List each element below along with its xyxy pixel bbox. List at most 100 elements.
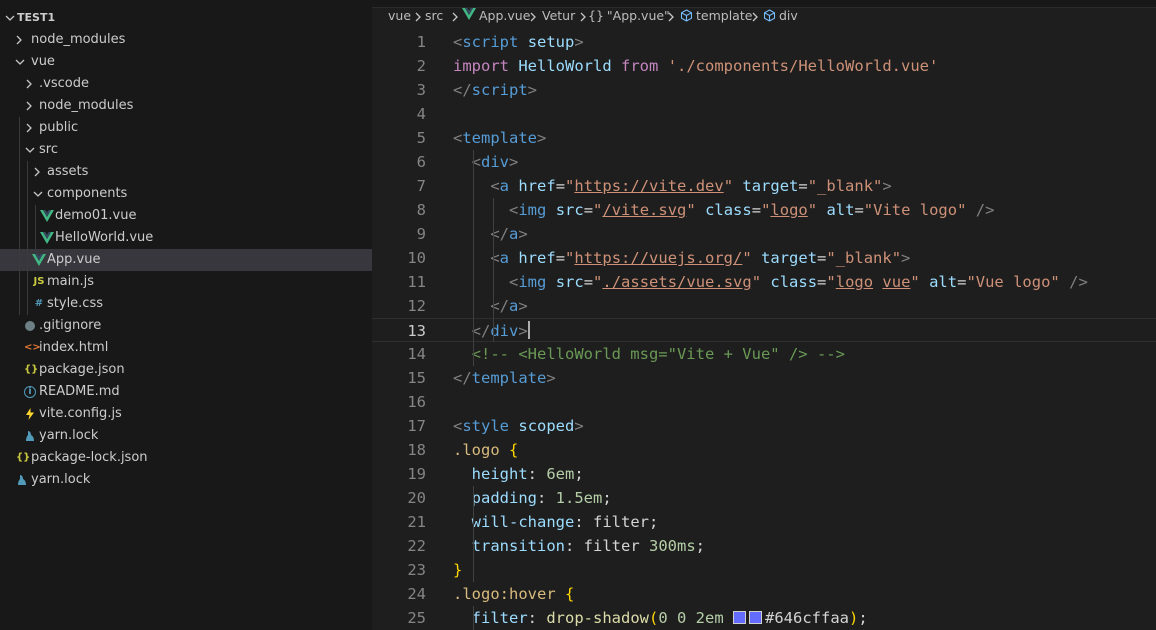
code-line[interactable]: 25 filter: drop-shadow(0 0 2em #646cffaa… bbox=[372, 606, 1156, 630]
code-text[interactable]: </template> bbox=[453, 366, 556, 390]
code-line[interactable]: 10 <a href="https://vuejs.org/" target="… bbox=[372, 246, 1156, 270]
line-number: 12 bbox=[407, 297, 426, 315]
code-text[interactable]: <style scoped> bbox=[453, 414, 584, 438]
color-swatch[interactable] bbox=[749, 611, 763, 624]
code-token: = bbox=[854, 201, 864, 219]
code-text[interactable]: </div> bbox=[453, 319, 530, 343]
code-text[interactable]: <template> bbox=[453, 126, 546, 150]
code-line[interactable]: 3 </script> bbox=[372, 78, 1156, 102]
code-text[interactable]: } bbox=[453, 558, 462, 582]
explorer-folder[interactable]: .vscode bbox=[0, 73, 372, 95]
breadcrumb-item[interactable]: template bbox=[680, 8, 752, 25]
code-text[interactable]: </a> bbox=[453, 222, 527, 246]
explorer-file[interactable]: yarn.lock bbox=[0, 425, 372, 447]
breadcrumb-item[interactable]: {} "App.vue" bbox=[588, 8, 670, 23]
breadcrumb-item[interactable]: div bbox=[763, 8, 798, 25]
code-line[interactable]: 2 import HelloWorld from './components/He… bbox=[372, 54, 1156, 78]
explorer-folder[interactable]: public bbox=[0, 117, 372, 139]
code-line[interactable]: 1 <script setup> bbox=[372, 30, 1156, 54]
code-text[interactable]: padding: 1.5em; bbox=[453, 486, 612, 510]
code-line[interactable]: 22 transition: filter 300ms; bbox=[372, 534, 1156, 558]
code-line[interactable]: 20 padding: 1.5em; bbox=[372, 486, 1156, 510]
code-line[interactable]: 18 .logo { bbox=[372, 438, 1156, 462]
chevron-right-icon[interactable] bbox=[24, 95, 36, 117]
code-token: < bbox=[453, 417, 463, 435]
explorer-file[interactable]: .gitignore bbox=[0, 315, 372, 337]
code-line[interactable]: 8 <img src="/vite.svg" class="logo" alt=… bbox=[372, 198, 1156, 222]
explorer-file[interactable]: {} package.json bbox=[0, 359, 372, 381]
code-text[interactable]: <!-- <HelloWorld msg="Vite + Vue" /> --> bbox=[453, 342, 845, 366]
explorer-file[interactable]: demo01.vue bbox=[0, 205, 372, 227]
explorer-folder[interactable]: src bbox=[0, 139, 372, 161]
code-line[interactable]: 14 <!-- <HelloWorld msg="Vite + Vue" /> … bbox=[372, 342, 1156, 366]
chevron-down-icon[interactable] bbox=[24, 139, 36, 161]
breadcrumb-item[interactable]: vue bbox=[388, 8, 411, 23]
git-icon bbox=[24, 315, 38, 337]
code-line[interactable]: 6 <div> bbox=[372, 150, 1156, 174]
code-text[interactable]: .logo { bbox=[453, 438, 518, 462]
code-line[interactable]: 24 .logo:hover { bbox=[372, 582, 1156, 606]
code-text[interactable]: <script setup> bbox=[453, 30, 584, 54]
code-text[interactable]: <a href="https://vuejs.org/" target="_bl… bbox=[453, 246, 910, 270]
explorer-file[interactable]: App.vue bbox=[0, 249, 372, 271]
code-line[interactable]: 7 <a href="https://vite.dev" target="_bl… bbox=[372, 174, 1156, 198]
code-token: .logo:hover bbox=[453, 585, 556, 603]
explorer-item-label: src bbox=[39, 142, 58, 157]
explorer-folder[interactable]: node_modules bbox=[0, 95, 372, 117]
explorer-file[interactable]: # style.css bbox=[0, 293, 372, 315]
code-text[interactable]: transition: filter 300ms; bbox=[453, 534, 705, 558]
breadcrumb-item[interactable]: Vetur bbox=[542, 8, 575, 23]
explorer-folder[interactable]: components bbox=[0, 183, 372, 205]
code-line[interactable]: 4 bbox=[372, 102, 1156, 126]
code-text[interactable]: <a href="https://vite.dev" target="_blan… bbox=[453, 174, 891, 198]
code-editor[interactable]: vue src App.vue Vetur {} "App.vue" template div… bbox=[372, 0, 1156, 630]
code-line[interactable]: 11 <img src="./assets/vue.svg" class="lo… bbox=[372, 270, 1156, 294]
code-text[interactable]: height: 6em; bbox=[453, 462, 584, 486]
breadcrumb-item[interactable]: src bbox=[425, 8, 443, 23]
code-text[interactable]: filter: drop-shadow(0 0 2em #646cffaa); bbox=[453, 606, 868, 630]
explorer-folder[interactable]: node_modules bbox=[0, 29, 372, 51]
explorer-file[interactable]: HelloWorld.vue bbox=[0, 227, 372, 249]
breadcrumb-label: template bbox=[696, 8, 753, 23]
code-line[interactable]: 13 </div> bbox=[372, 318, 1156, 342]
explorer-file[interactable]: {} package-lock.json bbox=[0, 447, 372, 469]
code-text[interactable]: </a> bbox=[453, 294, 527, 318]
color-swatch[interactable] bbox=[733, 611, 747, 624]
code-text[interactable]: <img src="/vite.svg" class="logo" alt="V… bbox=[453, 198, 994, 222]
breadcrumb-item[interactable]: App.vue bbox=[462, 8, 530, 23]
code-text[interactable]: <img src="./assets/vue.svg" class="logo … bbox=[453, 270, 1088, 294]
code-text[interactable]: will-change: filter; bbox=[453, 510, 659, 534]
code-text[interactable]: .logo:hover { bbox=[453, 582, 574, 606]
chevron-right-icon[interactable] bbox=[14, 29, 26, 51]
explorer-file[interactable]: JS main.js bbox=[0, 271, 372, 293]
explorer-file[interactable]: vite.config.js bbox=[0, 403, 372, 425]
code-line[interactable]: 16 bbox=[372, 390, 1156, 414]
chevron-right-icon[interactable] bbox=[32, 161, 44, 183]
code-line[interactable]: 12 </a> bbox=[372, 294, 1156, 318]
chevron-right-icon[interactable] bbox=[24, 117, 36, 139]
chevron-down-icon[interactable] bbox=[4, 7, 16, 29]
code-line[interactable]: 5 <template> bbox=[372, 126, 1156, 150]
explorer-file[interactable]: i README.md bbox=[0, 381, 372, 403]
chevron-down-icon[interactable] bbox=[14, 51, 26, 73]
chevron-down-icon[interactable] bbox=[32, 183, 44, 205]
code-line[interactable]: 19 height: 6em; bbox=[372, 462, 1156, 486]
explorer-file[interactable]: <> index.html bbox=[0, 337, 372, 359]
line-number: 11 bbox=[407, 273, 426, 291]
code-line[interactable]: 9 </a> bbox=[372, 222, 1156, 246]
code-line[interactable]: 21 will-change: filter; bbox=[372, 510, 1156, 534]
explorer-folder[interactable]: TEST1 bbox=[0, 7, 372, 29]
code-text[interactable]: <div> bbox=[453, 150, 519, 174]
explorer-folder[interactable]: vue bbox=[0, 51, 372, 73]
code-line[interactable]: 17 <style scoped> bbox=[372, 414, 1156, 438]
chevron-right-icon[interactable] bbox=[24, 73, 36, 95]
code-text[interactable]: import HelloWorld from './components/Hel… bbox=[453, 54, 938, 78]
code-text[interactable]: </script> bbox=[453, 78, 537, 102]
explorer-folder[interactable]: assets bbox=[0, 161, 372, 183]
explorer-file[interactable]: yarn.lock bbox=[0, 469, 372, 491]
code-line[interactable]: 23} bbox=[372, 558, 1156, 582]
code-line[interactable]: 15 </template> bbox=[372, 366, 1156, 390]
